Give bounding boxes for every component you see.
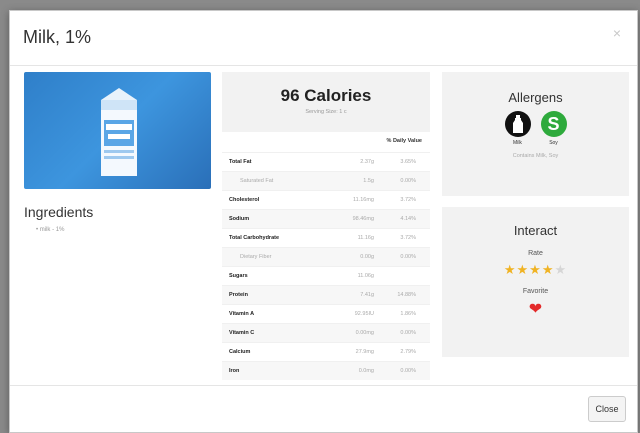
nutrient-daily-percent: 3.72% <box>400 235 416 241</box>
nutrient-daily-percent: 2.79% <box>400 349 416 355</box>
nutrient-label: Vitamin C <box>229 330 255 336</box>
nutrient-amount: 2.37g <box>360 159 374 165</box>
nutrient-daily-percent: 14.88% <box>397 292 416 298</box>
nutrient-amount: 0.0mg <box>358 368 374 374</box>
calories-header: 96 Calories Serving Size: 1 c <box>222 72 430 132</box>
daily-value-header: % Daily Value <box>386 138 422 144</box>
nutrient-row: Vitamin A 92.95IU 1.86% <box>222 304 430 323</box>
nutrient-label: Protein <box>229 292 248 298</box>
nutrient-amount: 92.95IU <box>354 311 374 317</box>
nutrient-daily-percent: 3.72% <box>400 197 416 203</box>
nutrient-label: Cholesterol <box>229 197 260 203</box>
nutrient-label: Vitamin A <box>229 311 255 317</box>
star-icon[interactable]: ★ <box>529 262 542 277</box>
allergen-icons: Milk S Soy <box>442 111 629 146</box>
nutrient-label: Calcium <box>229 349 251 355</box>
nutrient-row: Calcium 27.9mg 2.79% <box>222 342 430 361</box>
nutrient-amount: 27.9mg <box>355 349 374 355</box>
nutrient-row: Iron 0.0mg 0.00% <box>222 361 430 380</box>
nutrient-amount: 11.06g <box>357 273 374 279</box>
allergen-milk: Milk <box>504 111 531 146</box>
calories-value: 96 Calories <box>280 86 372 105</box>
modal-title: Milk, 1% <box>23 27 92 47</box>
modal-footer: Close <box>10 385 637 432</box>
soy-icon: S <box>540 111 567 137</box>
nutrient-row: Total Fat 2.37g 3.65% <box>222 152 430 171</box>
rate-label: Rate <box>528 250 543 257</box>
nutrient-amount: 7.41g <box>360 292 374 298</box>
nutrient-label: Iron <box>229 368 240 374</box>
modal-header: Milk, 1% × <box>10 11 637 66</box>
nutrient-daily-percent: 3.65% <box>400 159 416 165</box>
milk-carton-icon <box>101 88 137 176</box>
nutrient-label: Dietary Fiber <box>240 254 272 260</box>
interact-heading: Interact <box>513 223 558 238</box>
nutrient-row: Saturated Fat 1.5g 0.00% <box>222 171 430 190</box>
star-icon[interactable]: ★ <box>504 262 517 277</box>
allergen-soy: S Soy <box>540 111 567 146</box>
nutrient-amount: 11.16mg <box>353 197 374 203</box>
nutrient-row: Sugars 11.06g <box>222 266 430 285</box>
allergens-panel: Allergens Milk S Soy Contains Milk, Soy <box>442 72 629 196</box>
nutrient-daily-percent: 1.86% <box>400 311 416 317</box>
serving-size: Serving Size: 1 c <box>305 109 347 115</box>
nutrient-label: Total Carbohydrate <box>229 235 280 241</box>
nutrient-daily-percent: 0.00% <box>400 330 416 336</box>
star-icon[interactable]: ★ <box>542 262 555 277</box>
product-modal: Milk, 1% × Ingredients • milk - 1% 96 Ca… <box>9 10 638 433</box>
close-icon[interactable]: × <box>613 25 621 41</box>
nutrient-amount: 11.16g <box>357 235 374 241</box>
allergen-contains-text: Contains Milk, Soy <box>512 153 559 159</box>
interact-panel: Interact Rate ★★★★★ Favorite ❤ <box>442 207 629 357</box>
star-icon[interactable]: ★ <box>517 262 530 277</box>
nutrient-label: Sugars <box>229 273 248 279</box>
nutrient-daily-percent: 0.00% <box>400 178 416 184</box>
nutrient-amount: 98.46mg <box>352 216 374 222</box>
nutrient-label: Sodium <box>229 216 250 222</box>
nutrient-amount: 1.5g <box>363 178 374 184</box>
ingredients-heading: Ingredients <box>24 204 94 220</box>
ingredient-item: • milk - 1% <box>36 227 65 233</box>
nutrient-daily-percent: 0.00% <box>400 368 416 374</box>
milk-bottle-icon <box>504 111 531 137</box>
close-button[interactable]: Close <box>588 396 626 422</box>
nutrient-daily-percent: 0.00% <box>400 254 416 260</box>
nutrition-facts-panel: 96 Calories Serving Size: 1 c % Daily Va… <box>222 72 430 382</box>
star-icon[interactable]: ★ <box>554 262 567 277</box>
nutrient-label: Saturated Fat <box>240 178 274 184</box>
nutrient-row: Dietary Fiber 0.00g 0.00% <box>222 247 430 266</box>
nutrient-amount: 0.00g <box>360 254 374 260</box>
nutrient-row: Protein 7.41g 14.88% <box>222 285 430 304</box>
allergens-heading: Allergens <box>508 90 563 105</box>
allergen-name: Soy <box>549 140 558 146</box>
nutrient-amount: 0.00mg <box>355 330 374 336</box>
nutrient-label: Total Fat <box>229 159 252 165</box>
star-rating: ★★★★★ <box>442 262 629 278</box>
allergen-name: Milk <box>513 140 522 146</box>
product-image <box>24 72 211 189</box>
nutrient-row: Cholesterol 11.16mg 3.72% <box>222 190 430 209</box>
nutrient-row: Sodium 98.46mg 4.14% <box>222 209 430 228</box>
nutrient-daily-percent: 4.14% <box>400 216 416 222</box>
nutrient-row: Vitamin C 0.00mg 0.00% <box>222 323 430 342</box>
favorite-label: Favorite <box>522 288 549 295</box>
heart-icon[interactable]: ❤ <box>442 299 629 319</box>
nutrient-row: Total Carbohydrate 11.16g 3.72% <box>222 228 430 247</box>
